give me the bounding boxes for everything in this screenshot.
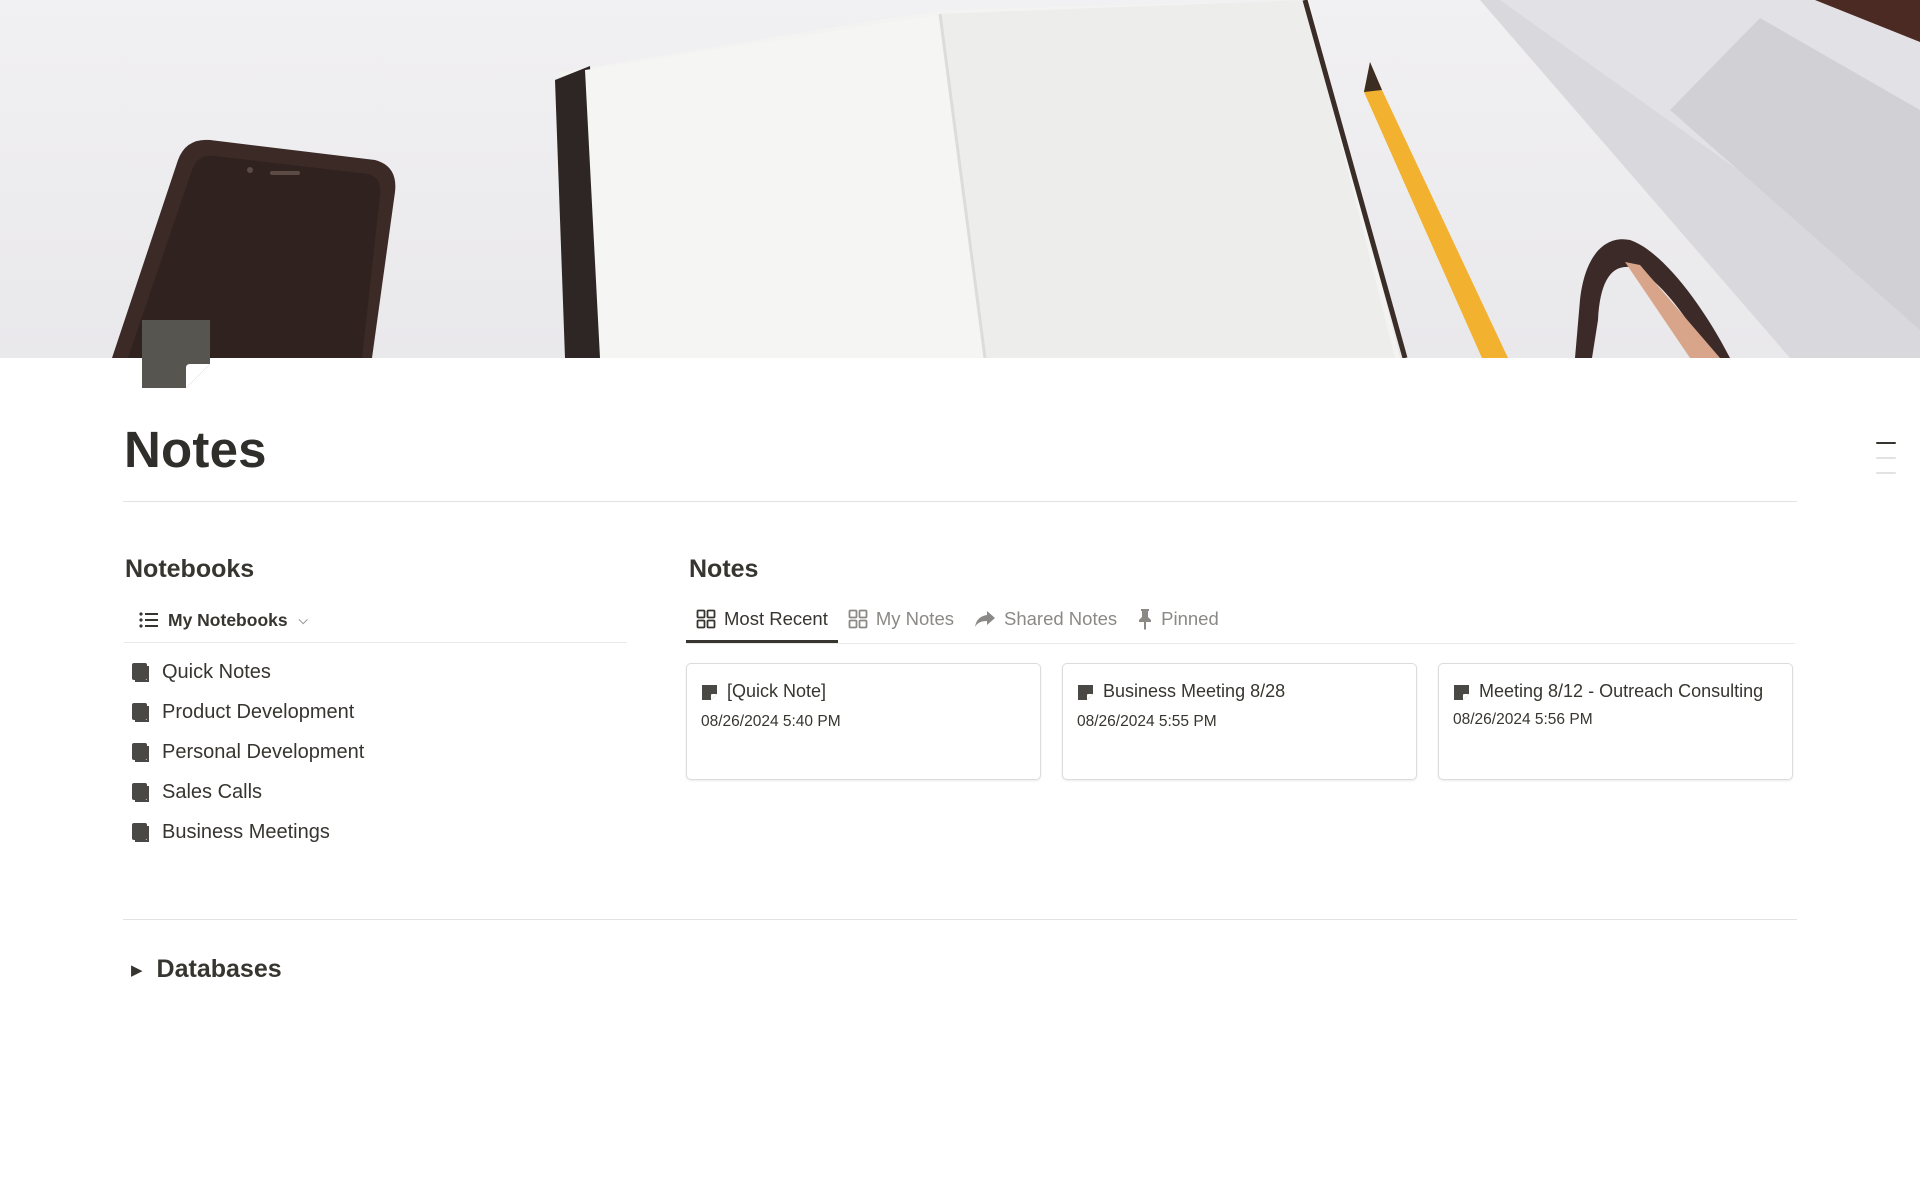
pin-icon: [1139, 609, 1152, 630]
toc-line[interactable]: [1876, 472, 1896, 474]
sticky-note-icon: [1078, 685, 1093, 700]
notes-tabs-divider: [686, 643, 1795, 644]
list-item[interactable]: Personal Development: [130, 732, 364, 772]
note-card-date: 08/26/2024 5:40 PM: [701, 713, 841, 730]
list-item[interactable]: Product Development: [130, 692, 364, 732]
sticky-note-icon: [702, 685, 717, 700]
cover-image: [0, 0, 1920, 358]
notebook-icon: [132, 823, 149, 842]
list-icon: [139, 612, 158, 628]
toc-line[interactable]: [1876, 457, 1896, 459]
chevron-down-icon[interactable]: ⌵: [299, 613, 308, 628]
list-item-label: Personal Development: [162, 740, 365, 763]
cover-illustration: [112, 0, 1920, 358]
note-card-title: Meeting 8/12 - Outreach Consulting: [1479, 681, 1764, 701]
list-item-label: Quick Notes: [162, 660, 271, 683]
share-arrow-icon: [975, 611, 995, 627]
note-card[interactable]: Meeting 8/12 - Outreach Consulting 08/26…: [1438, 663, 1793, 780]
page-title: Notes: [124, 421, 267, 478]
note-card-title: Business Meeting 8/28: [1103, 681, 1286, 701]
section-divider: [123, 919, 1797, 920]
notebook-icon: [132, 783, 149, 802]
gallery-icon: [848, 609, 868, 629]
note-card-title-row: Meeting 8/12 - Outreach Consulting: [1453, 678, 1778, 705]
list-item[interactable]: Quick Notes: [130, 652, 364, 692]
databases-toggle-label: Databases: [156, 955, 282, 983]
my-notebooks-view-tab[interactable]: My Notebooks ⌵: [139, 605, 308, 635]
note-card[interactable]: Business Meeting 8/28 08/26/2024 5:55 PM: [1062, 663, 1417, 780]
databases-toggle[interactable]: ▶ Databases: [131, 955, 282, 984]
title-divider: [123, 501, 1797, 502]
list-item-label: Sales Calls: [162, 780, 263, 803]
view-tab-label: My Notebooks: [168, 609, 288, 630]
note-card-date: 08/26/2024 5:56 PM: [1453, 711, 1593, 728]
list-item[interactable]: Business Meetings: [130, 812, 364, 852]
note-card-title-row: [Quick Note]: [701, 678, 1026, 705]
toc-line-active[interactable]: [1876, 442, 1896, 444]
tab-label: My Notes: [875, 608, 954, 629]
notes-view-tabs: Most Recent My Notes Shared Notes Pinned: [686, 598, 1229, 644]
triangle-right-icon[interactable]: ▶: [131, 961, 143, 979]
note-card[interactable]: [Quick Note] 08/26/2024 5:40 PM: [686, 663, 1041, 780]
notebooks-heading: Notebooks: [125, 555, 255, 583]
gallery-icon: [696, 609, 716, 629]
notebooks-view-divider: [124, 642, 627, 643]
tab-shared-notes[interactable]: Shared Notes: [964, 598, 1127, 640]
sticky-note-icon[interactable]: [140, 318, 214, 392]
tab-label: Most Recent: [724, 608, 828, 629]
sticky-note-icon: [1454, 685, 1469, 700]
note-card-title: [Quick Note]: [727, 681, 827, 701]
notebook-icon: [132, 703, 149, 722]
list-item[interactable]: Sales Calls: [130, 772, 364, 812]
table-of-contents[interactable]: [1876, 442, 1896, 487]
notes-heading: Notes: [689, 555, 759, 583]
tab-pinned[interactable]: Pinned: [1127, 598, 1229, 640]
tab-label: Pinned: [1161, 608, 1219, 629]
tab-my-notes[interactable]: My Notes: [838, 598, 964, 640]
notebook-icon: [132, 663, 149, 682]
notebooks-list: Quick Notes Product Development Personal…: [130, 652, 364, 852]
note-card-title-row: Business Meeting 8/28: [1077, 678, 1402, 705]
tab-most-recent[interactable]: Most Recent: [686, 598, 838, 643]
tab-label: Shared Notes: [1004, 608, 1118, 629]
notebook-icon: [132, 743, 149, 762]
list-item-label: Business Meetings: [162, 820, 330, 843]
note-card-date: 08/26/2024 5:55 PM: [1077, 713, 1217, 730]
list-item-label: Product Development: [162, 700, 355, 723]
